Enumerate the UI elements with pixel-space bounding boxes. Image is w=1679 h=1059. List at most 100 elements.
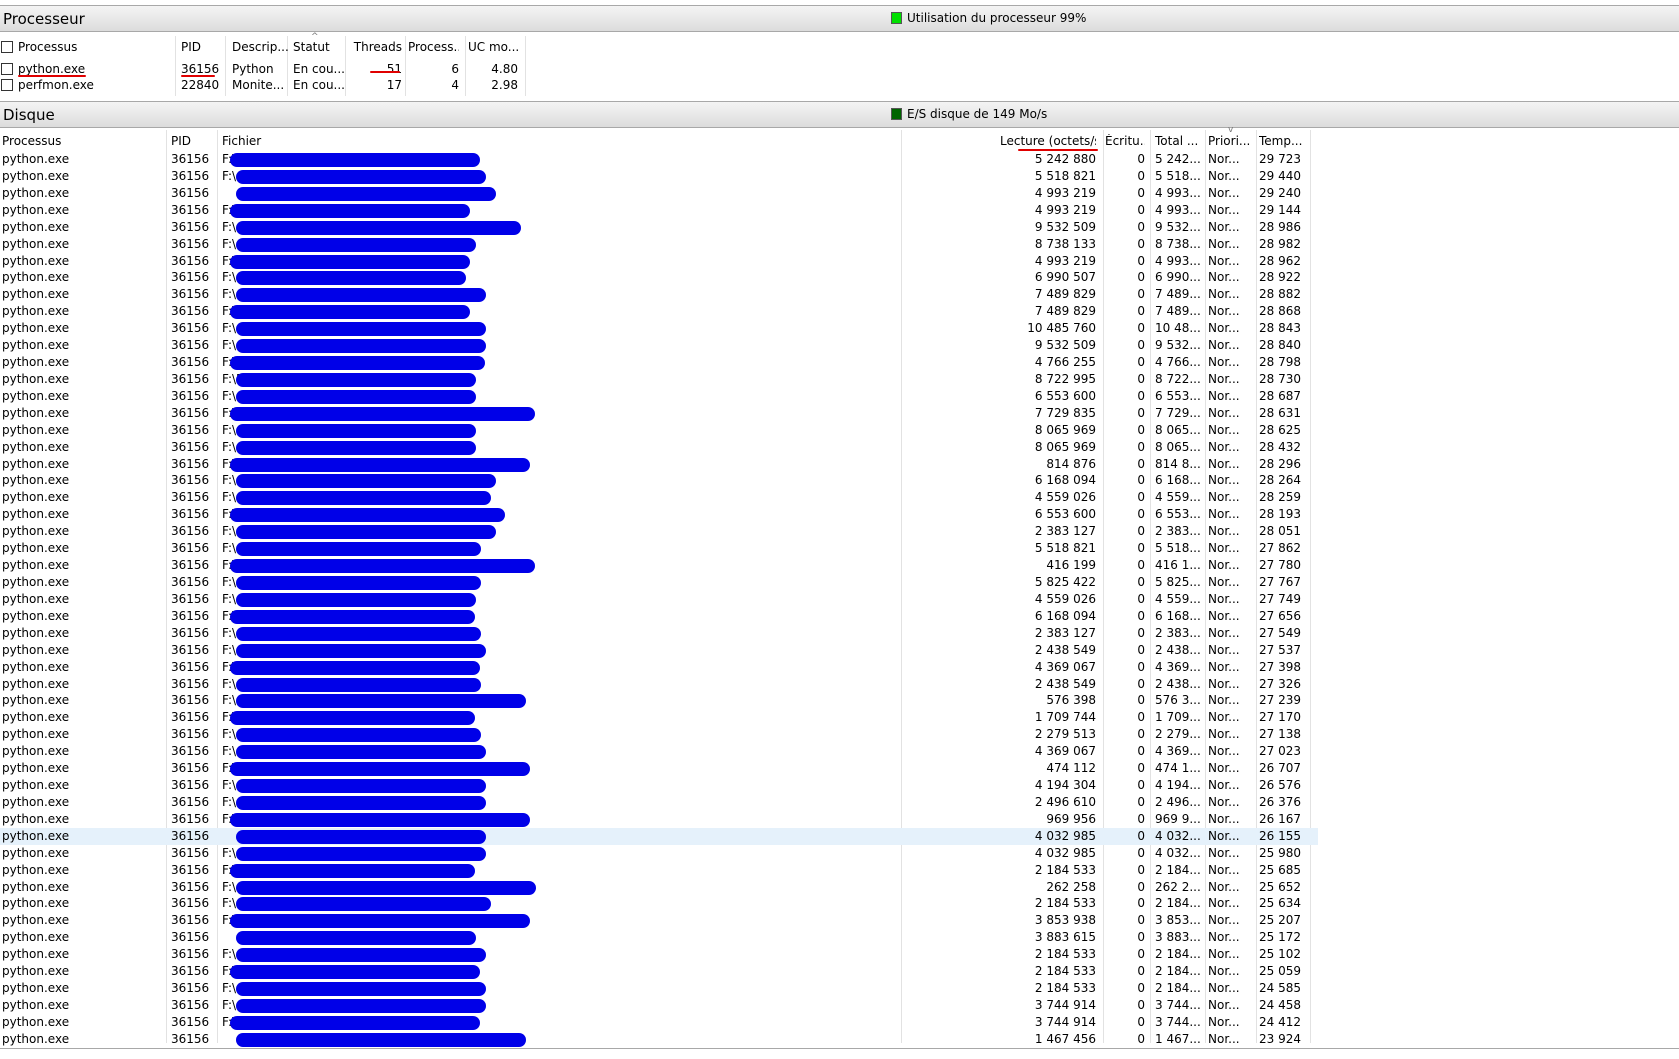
disk-cell: 6 168...	[1155, 608, 1200, 623]
disk-cell: 6 168 094	[1034, 473, 1096, 488]
disk-cell[interactable]: python.exe	[2, 152, 162, 166]
cpu-summary: Utilisation du processeur 99%	[891, 11, 1086, 25]
process-checkbox[interactable]	[1, 79, 13, 91]
cpu-col-header[interactable]: UC mo...	[468, 40, 518, 54]
disk-cell[interactable]: python.exe	[2, 592, 162, 606]
cpu-section-header[interactable]: Processeur Utilisation du processeur 99%	[0, 5, 1679, 32]
disk-cell: 5 825...	[1155, 575, 1200, 589]
disk-cell: 3 883 615	[1034, 930, 1096, 945]
disk-cell: 1 467 456	[1034, 1031, 1096, 1046]
disk-cell: 0	[1137, 845, 1145, 860]
disk-cell[interactable]: python.exe	[2, 795, 162, 809]
disk-cell[interactable]: python.exe	[2, 389, 162, 403]
disk-col-header[interactable]: Total ...	[1155, 134, 1200, 148]
disk-cell[interactable]: python.exe	[2, 220, 162, 234]
redaction-scribble	[230, 762, 530, 777]
disk-cell[interactable]: python.exe	[2, 186, 162, 200]
disk-cell[interactable]: python.exe	[2, 947, 162, 961]
disk-cell: Nor...	[1208, 541, 1240, 556]
disk-cell: 0	[1137, 541, 1145, 556]
disk-cell[interactable]: python.exe	[2, 321, 162, 335]
disk-cell[interactable]: python.exe	[2, 237, 162, 251]
disk-cell[interactable]: python.exe	[2, 964, 162, 978]
disk-cell[interactable]: python.exe	[2, 677, 162, 691]
disk-cell[interactable]: python.exe	[2, 913, 162, 927]
disk-cell[interactable]: python.exe	[2, 609, 162, 623]
disk-cell[interactable]: python.exe	[2, 406, 162, 420]
cpu-cell[interactable]: perfmon.exe	[18, 78, 168, 92]
disk-cell[interactable]: python.exe	[2, 473, 162, 487]
disk-col-header[interactable]: PID	[171, 134, 216, 148]
disk-cell: 36156	[171, 744, 210, 759]
disk-cell[interactable]: python.exe	[2, 558, 162, 572]
disk-cell: 36156	[171, 321, 210, 336]
disk-cell[interactable]: python.exe	[2, 761, 162, 775]
process-checkbox[interactable]	[1, 63, 13, 75]
disk-cell[interactable]: python.exe	[2, 169, 162, 183]
disk-cell: 3 883...	[1155, 930, 1200, 945]
cpu-cell: En cou...	[293, 78, 345, 92]
disk-cell[interactable]: python.exe	[2, 710, 162, 724]
disk-cell: 2 184 533	[1034, 964, 1096, 979]
disk-cell[interactable]: python.exe	[2, 270, 162, 284]
disk-cell[interactable]: python.exe	[2, 287, 162, 301]
disk-cell[interactable]: python.exe	[2, 727, 162, 741]
disk-cell[interactable]: python.exe	[2, 778, 162, 792]
cpu-col-header[interactable]: Statut	[293, 40, 348, 54]
disk-cell[interactable]: python.exe	[2, 626, 162, 640]
disk-cell: 27 023	[1259, 744, 1301, 759]
disk-cell[interactable]: python.exe	[2, 338, 162, 352]
disk-cell[interactable]: python.exe	[2, 812, 162, 826]
disk-cell[interactable]: python.exe	[2, 423, 162, 437]
disk-cell[interactable]: python.exe	[2, 981, 162, 995]
disk-cell[interactable]: python.exe	[2, 863, 162, 877]
cpu-col-header[interactable]: Processus	[18, 40, 168, 54]
disk-cell[interactable]: python.exe	[2, 524, 162, 538]
disk-cell: 28 840	[1259, 338, 1301, 353]
cpu-col-header[interactable]: Process...	[408, 40, 459, 54]
disk-cell: 4 993 219	[1034, 202, 1096, 217]
cpu-col-header[interactable]: Descrip...	[232, 40, 288, 54]
disk-col-header[interactable]: Temp...	[1259, 134, 1309, 148]
disk-cell[interactable]: python.exe	[2, 203, 162, 217]
disk-cell[interactable]: python.exe	[2, 930, 162, 944]
disk-cell: Nor...	[1208, 524, 1240, 539]
disk-section-header[interactable]: Disque E/S disque de 149 Mo/s	[0, 101, 1679, 128]
disk-col-header[interactable]: Processus	[2, 134, 162, 148]
disk-cell[interactable]: python.exe	[2, 998, 162, 1012]
disk-cell[interactable]: python.exe	[2, 829, 162, 843]
disk-cell[interactable]: python.exe	[2, 693, 162, 707]
disk-cell[interactable]: python.exe	[2, 490, 162, 504]
disk-cell[interactable]: python.exe	[2, 643, 162, 657]
redaction-scribble	[236, 474, 496, 489]
disk-cell: 29 144	[1259, 202, 1301, 217]
disk-cell: Nor...	[1208, 727, 1240, 742]
disk-cell[interactable]: python.exe	[2, 880, 162, 894]
redaction-scribble	[230, 863, 475, 878]
disk-col-header[interactable]: Écritu...	[1105, 134, 1145, 148]
disk-cell[interactable]: python.exe	[2, 254, 162, 268]
disk-cell[interactable]: python.exe	[2, 575, 162, 589]
disk-cell[interactable]: python.exe	[2, 440, 162, 454]
disk-col-header[interactable]: Fichier	[222, 134, 522, 148]
disk-cell: 36156	[171, 253, 210, 268]
cpu-select-all-checkbox[interactable]	[1, 41, 13, 53]
disk-cell[interactable]: python.exe	[2, 1032, 162, 1046]
disk-cell[interactable]: python.exe	[2, 660, 162, 674]
disk-cell[interactable]: python.exe	[2, 1015, 162, 1029]
disk-cell[interactable]: python.exe	[2, 304, 162, 318]
disk-cell: 969 9...	[1155, 811, 1200, 826]
disk-col-header[interactable]: Lecture (octets/s)	[1000, 134, 1096, 148]
disk-cell[interactable]: python.exe	[2, 744, 162, 758]
disk-col-header[interactable]: Priori...	[1208, 134, 1253, 148]
cpu-cell[interactable]: python.exe	[18, 62, 168, 76]
cpu-col-header[interactable]: PID	[181, 40, 226, 54]
disk-cell[interactable]: python.exe	[2, 896, 162, 910]
disk-cell[interactable]: python.exe	[2, 457, 162, 471]
disk-cell[interactable]: python.exe	[2, 846, 162, 860]
disk-cell[interactable]: python.exe	[2, 355, 162, 369]
cpu-col-header[interactable]: Threads	[352, 40, 402, 54]
disk-cell[interactable]: python.exe	[2, 541, 162, 555]
disk-cell[interactable]: python.exe	[2, 372, 162, 386]
disk-cell[interactable]: python.exe	[2, 507, 162, 521]
